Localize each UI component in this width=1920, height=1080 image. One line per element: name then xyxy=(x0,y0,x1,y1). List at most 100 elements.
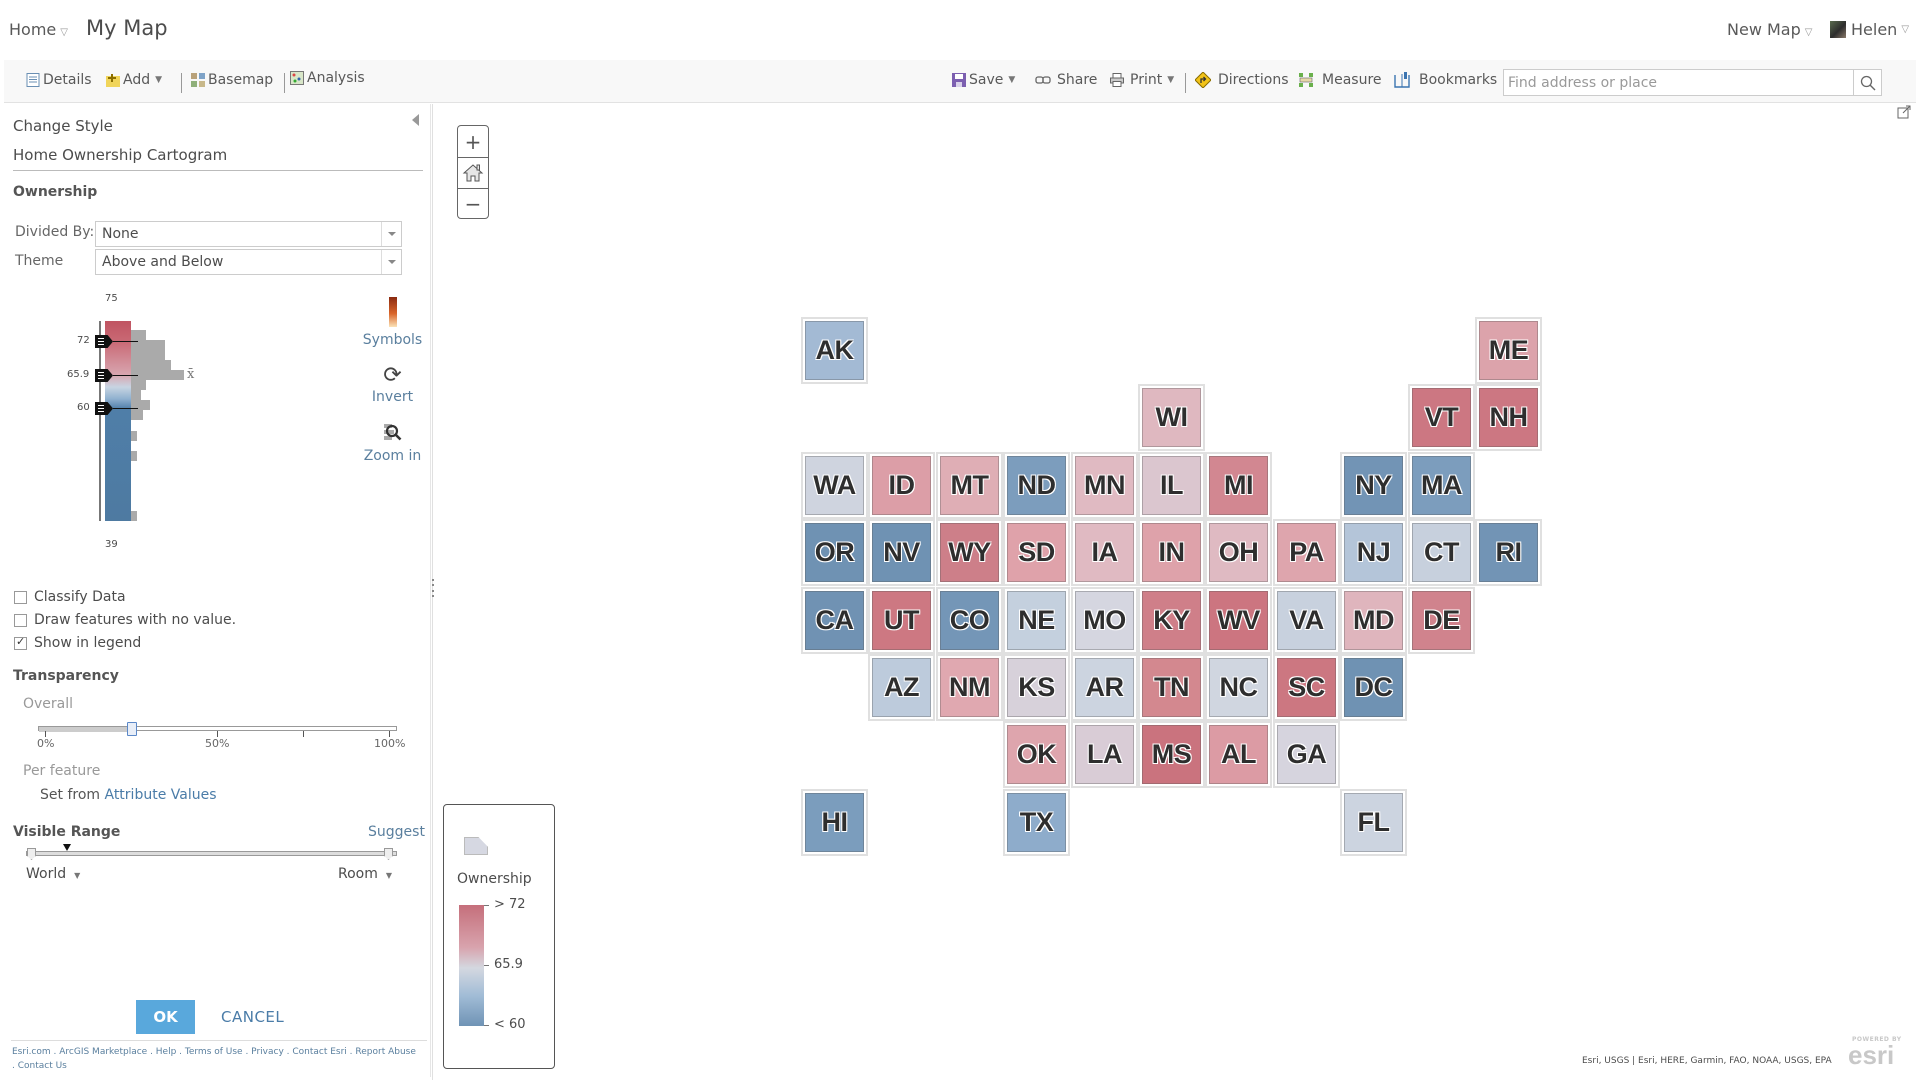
state-tile-oh[interactable]: OH xyxy=(1205,519,1272,586)
state-tile-sc[interactable]: SC xyxy=(1273,654,1340,721)
zoom-in-button[interactable]: + xyxy=(458,126,488,157)
invert-button[interactable]: ⟳ Invert xyxy=(360,365,425,406)
ok-button[interactable]: OK xyxy=(136,1000,195,1034)
basemap-button[interactable]: Basemap xyxy=(191,72,273,88)
state-tile-nm[interactable]: NM xyxy=(936,654,1003,721)
search-input[interactable] xyxy=(1504,70,1844,95)
state-tile-la[interactable]: LA xyxy=(1071,721,1138,788)
state-tile-co[interactable]: CO xyxy=(936,587,1003,654)
state-tile-or[interactable]: OR xyxy=(801,519,868,586)
theme-select[interactable]: Above and Below xyxy=(95,249,402,275)
add-button[interactable]: Add ▼ xyxy=(106,72,162,88)
default-extent-button[interactable] xyxy=(458,157,488,188)
state-tile-de[interactable]: DE xyxy=(1408,587,1475,654)
state-tile-ny[interactable]: NY xyxy=(1340,452,1407,519)
state-tile-vt[interactable]: VT xyxy=(1408,384,1475,451)
state-tile-ut[interactable]: UT xyxy=(868,587,935,654)
state-tile-mo[interactable]: MO xyxy=(1071,587,1138,654)
state-tile-ak[interactable]: AK xyxy=(801,317,868,384)
state-tile-wv[interactable]: WV xyxy=(1205,587,1272,654)
new-map-menu[interactable]: New Map ▽ xyxy=(1727,20,1812,39)
save-button[interactable]: Save ▼ xyxy=(952,72,1015,88)
state-tile-ia[interactable]: IA xyxy=(1071,519,1138,586)
state-tile-ky[interactable]: KY xyxy=(1138,587,1205,654)
state-tile-wa[interactable]: WA xyxy=(801,452,868,519)
zoom-out-button[interactable]: − xyxy=(458,188,488,219)
visible-range-slider[interactable] xyxy=(26,851,397,856)
state-label: OK xyxy=(1016,739,1057,769)
analysis-button[interactable]: Analysis xyxy=(290,70,365,86)
state-label: MS xyxy=(1151,739,1192,769)
state-tile-pa[interactable]: PA xyxy=(1273,519,1340,586)
state-tile-tn[interactable]: TN xyxy=(1138,654,1205,721)
directions-button[interactable]: Directions xyxy=(1195,72,1289,88)
state-tile-mn[interactable]: MN xyxy=(1071,452,1138,519)
checkbox[interactable] xyxy=(14,590,27,604)
state-tile-ne[interactable]: NE xyxy=(1003,587,1070,654)
show-in-legend-checkbox[interactable]: Show in legend xyxy=(14,635,141,651)
state-tile-nj[interactable]: NJ xyxy=(1340,519,1407,586)
state-tile-in[interactable]: IN xyxy=(1138,519,1205,586)
panel-resize-handle[interactable] xyxy=(432,579,435,597)
max-scale-select[interactable]: Room ▼ xyxy=(338,866,392,882)
state-tile-nv[interactable]: NV xyxy=(868,519,935,586)
divided-by-value: None xyxy=(102,226,139,242)
divided-by-select[interactable]: None xyxy=(95,221,402,247)
state-tile-nc[interactable]: NC xyxy=(1205,654,1272,721)
symbols-button[interactable]: Symbols xyxy=(360,297,425,348)
state-tile-ok[interactable]: OK xyxy=(1003,721,1070,788)
search-button[interactable] xyxy=(1853,70,1881,95)
expand-map-icon[interactable] xyxy=(1897,105,1911,119)
symbols-label: Symbols xyxy=(362,332,423,348)
cancel-button[interactable]: CANCEL xyxy=(221,1008,284,1026)
state-tile-dc[interactable]: DC xyxy=(1340,654,1407,721)
state-tile-mt[interactable]: MT xyxy=(936,452,1003,519)
home-menu[interactable]: Home ▽ xyxy=(9,20,68,39)
details-button[interactable]: Details xyxy=(26,72,92,88)
state-tile-tx[interactable]: TX xyxy=(1003,789,1070,856)
state-tile-az[interactable]: AZ xyxy=(868,654,935,721)
state-tile-md[interactable]: MD xyxy=(1340,587,1407,654)
share-button[interactable]: Share xyxy=(1035,72,1097,88)
state-tile-wi[interactable]: WI xyxy=(1138,384,1205,451)
state-tile-ms[interactable]: MS xyxy=(1138,721,1205,788)
min-scale-select[interactable]: World ▼ xyxy=(26,866,80,882)
histogram-min-label: 39 xyxy=(105,539,118,550)
checkbox[interactable] xyxy=(14,613,27,627)
state-tile-al[interactable]: AL xyxy=(1205,721,1272,788)
suggest-link[interactable]: Suggest xyxy=(368,824,425,840)
print-button[interactable]: Print ▼ xyxy=(1110,72,1174,88)
state-tile-nd[interactable]: ND xyxy=(1003,452,1070,519)
state-tile-ct[interactable]: CT xyxy=(1408,519,1475,586)
attribute-values-link[interactable]: Attribute Values xyxy=(104,787,216,803)
draw-no-value-checkbox[interactable]: Draw features with no value. xyxy=(14,612,236,628)
state-tile-ar[interactable]: AR xyxy=(1071,654,1138,721)
checkbox-checked[interactable] xyxy=(14,635,27,650)
state-tile-ri[interactable]: RI xyxy=(1475,519,1542,586)
bookmarks-button[interactable]: Bookmarks xyxy=(1394,72,1497,88)
measure-button[interactable]: Measure xyxy=(1298,72,1382,88)
esri-logo[interactable]: POWERED BY esri xyxy=(1846,1034,1906,1070)
footer-links[interactable]: Esri.com . ArcGIS Marketplace . Help . T… xyxy=(12,1045,417,1073)
state-tile-il[interactable]: IL xyxy=(1138,452,1205,519)
state-tile-ga[interactable]: GA xyxy=(1273,721,1340,788)
state-tile-hi[interactable]: HI xyxy=(801,789,868,856)
classify-data-checkbox[interactable]: Classify Data xyxy=(14,589,126,605)
state-tile-wy[interactable]: WY xyxy=(936,519,1003,586)
state-tile-ca[interactable]: CA xyxy=(801,587,868,654)
legend-low-label: < 60 xyxy=(494,1017,526,1032)
zoom-in-histogram-button[interactable]: Zoom in xyxy=(360,423,425,464)
transparency-slider-thumb[interactable] xyxy=(127,722,137,736)
state-tile-me[interactable]: ME xyxy=(1475,317,1542,384)
state-tile-fl[interactable]: FL xyxy=(1340,789,1407,856)
user-menu[interactable]: Helen ▽ xyxy=(1830,20,1909,39)
state-tile-sd[interactable]: SD xyxy=(1003,519,1070,586)
state-tile-va[interactable]: VA xyxy=(1273,587,1340,654)
collapse-panel-icon[interactable] xyxy=(412,114,419,126)
legend-title: Ownership xyxy=(457,871,532,887)
state-tile-nh[interactable]: NH xyxy=(1475,384,1542,451)
state-tile-ks[interactable]: KS xyxy=(1003,654,1070,721)
state-tile-mi[interactable]: MI xyxy=(1205,452,1272,519)
state-tile-ma[interactable]: MA xyxy=(1408,452,1475,519)
state-tile-id[interactable]: ID xyxy=(868,452,935,519)
